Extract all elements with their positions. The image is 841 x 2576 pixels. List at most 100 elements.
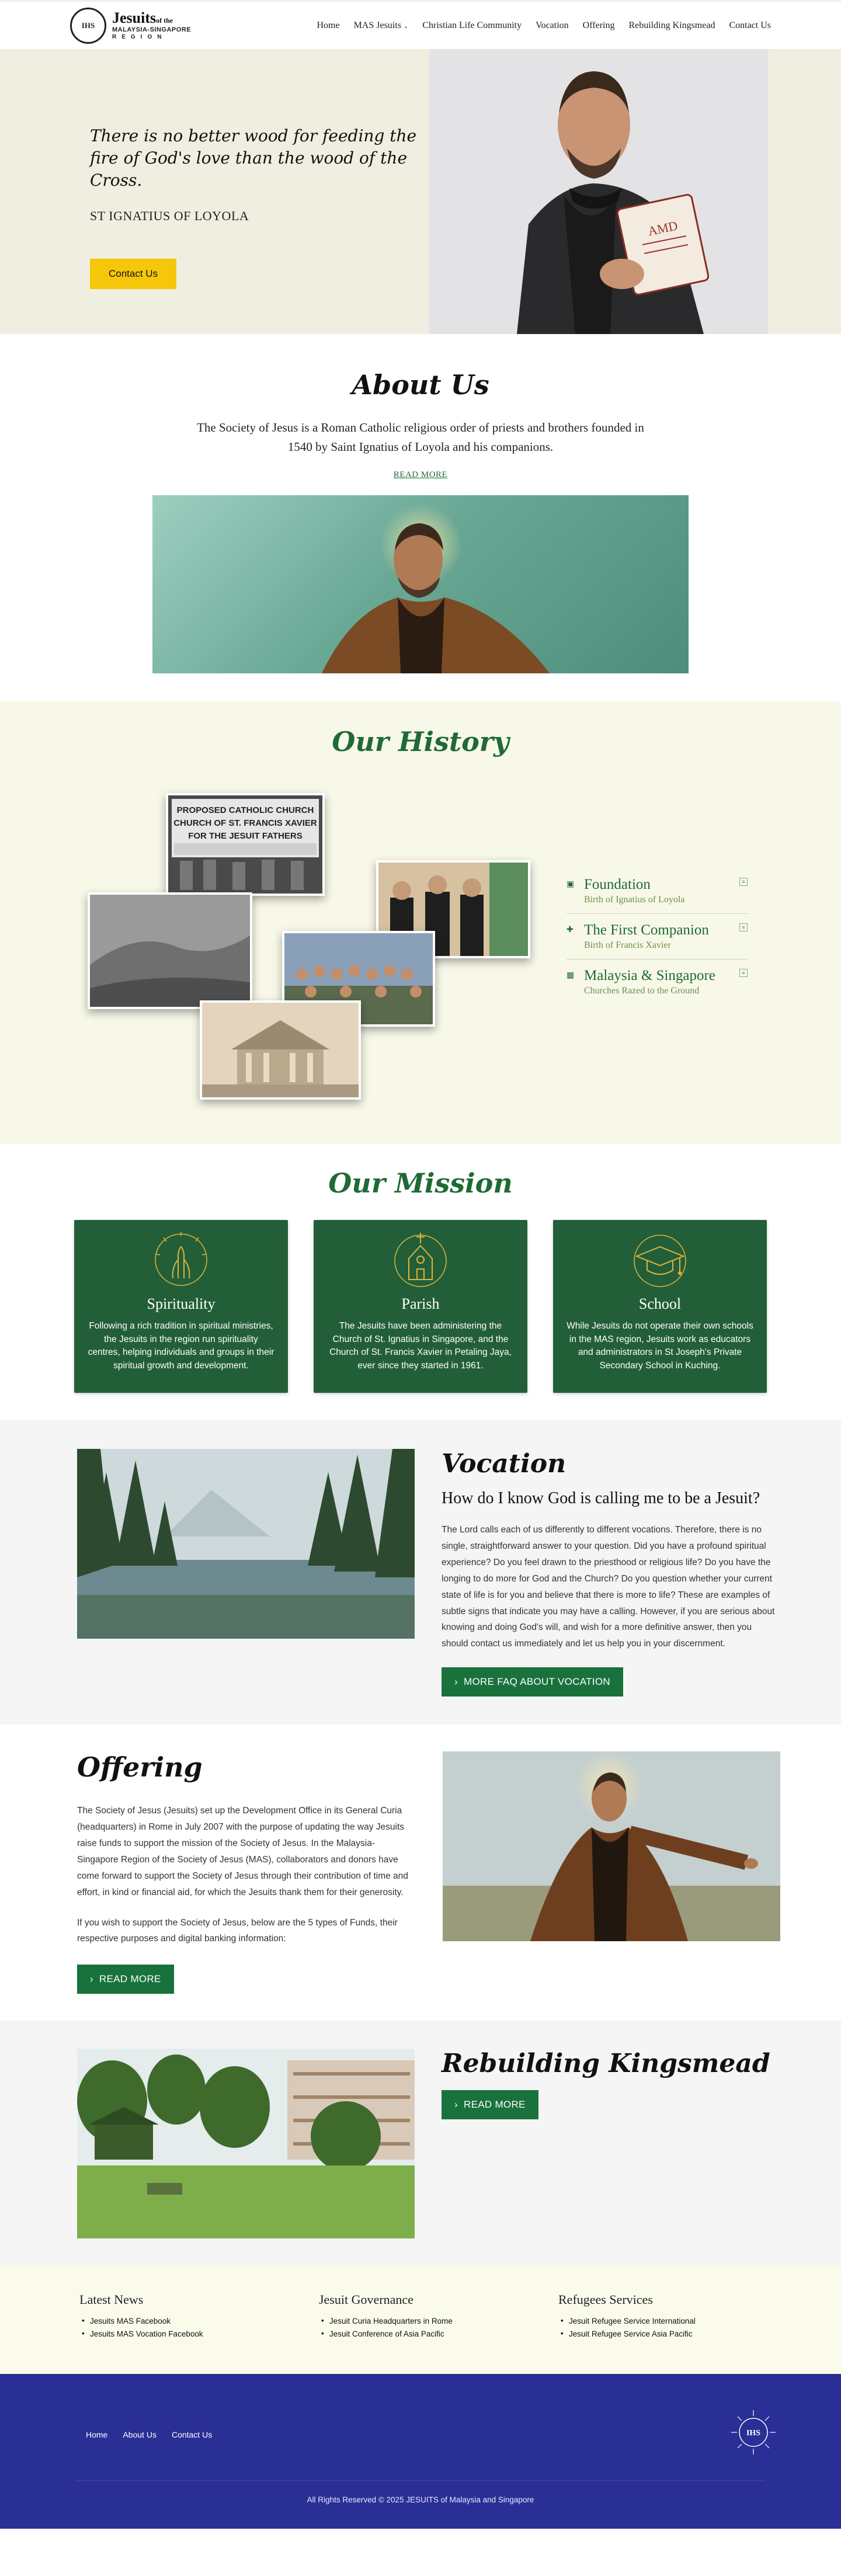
history-timeline: ▣ Foundation Birth of Ignatius of Loyola…	[567, 868, 748, 1004]
card-text: The Jesuits have been administering the …	[329, 1321, 512, 1371]
vocation-faq-label: MORE FAQ ABOUT VOCATION	[464, 1676, 610, 1688]
hero-quote: There is no better wood for feeding the …	[90, 126, 417, 190]
saint-painting-image	[152, 495, 689, 674]
link-jesuits-mas-facebook[interactable]: Jesuits MAS Facebook	[79, 2316, 319, 2325]
chevron-right-icon: ›	[454, 2099, 458, 2111]
contact-us-button[interactable]: Contact Us	[90, 259, 177, 290]
link-jesuit-conference-asia-pacific[interactable]: Jesuit Conference of Asia Pacific	[319, 2329, 558, 2338]
ihs-seal-icon: IHS	[731, 2410, 776, 2455]
logo-region-name: MALAYSIA-SINGAPORE	[112, 26, 192, 33]
footer-nav: Home About Us Contact Us	[86, 2430, 212, 2439]
expand-icon[interactable]: ≡	[739, 923, 748, 932]
logo-of: of the	[156, 16, 173, 25]
cross-icon: ✚	[567, 924, 574, 934]
sign-line-2: CHURCH OF ST. FRANCIS XAVIER	[173, 818, 317, 828]
nav-vocation[interactable]: Vocation	[536, 20, 569, 31]
sign-line-1: PROPOSED CATHOLIC CHURCH	[177, 805, 314, 815]
footer-link-home[interactable]: Home	[86, 2430, 107, 2439]
column-title: Jesuit Governance	[319, 2292, 413, 2307]
kingsmead-read-more-label: READ MORE	[464, 2099, 526, 2111]
card-text: Following a rich tradition in spiritual …	[88, 1321, 274, 1371]
about-title: About Us	[352, 369, 489, 401]
forest-lake-image	[77, 1449, 415, 1639]
card-text: While Jesuits do not operate their own s…	[567, 1321, 753, 1371]
footer-divider	[76, 2480, 765, 2481]
praying-hands-icon	[155, 1232, 207, 1286]
timeline-title: The First Companion	[584, 922, 709, 938]
card-title: School	[638, 1295, 682, 1313]
card-title: Spirituality	[147, 1295, 216, 1313]
saint-ignatius-statue-image: AMD	[429, 49, 768, 334]
expand-icon[interactable]: ≡	[739, 878, 748, 887]
nav-contact-us[interactable]: Contact Us	[729, 20, 771, 31]
nav-mas-jesuits[interactable]: MAS Jesuits ⌄	[354, 20, 409, 31]
mission-card-parish: Parish The Jesuits have been administeri…	[314, 1220, 527, 1393]
mission-card-school: School While Jesuits do not operate thei…	[553, 1220, 767, 1393]
book-icon: ▣	[567, 879, 575, 889]
kingsmead-garden-image	[77, 2049, 415, 2239]
column-title: Latest News	[79, 2292, 144, 2307]
ihs-seal-icon: IHS	[70, 7, 106, 44]
offering-section: Offering The Society of Jesus (Jesuits) …	[0, 1725, 841, 2021]
about-text: The Society of Jesus is a Roman Catholic…	[197, 420, 644, 454]
nav-mas-jesuits-label: MAS Jesuits	[353, 20, 401, 30]
timeline-item-foundation[interactable]: ▣ Foundation Birth of Ignatius of Loyola…	[567, 868, 748, 915]
history-section: Our History PROPOSED CATHOLIC CHURCH CHU…	[0, 701, 841, 1145]
nav-christian-life-community[interactable]: Christian Life Community	[422, 20, 522, 31]
kingsmead-title: Rebuilding Kingsmead	[442, 2049, 770, 2079]
nav-home[interactable]: Home	[317, 20, 339, 31]
card-title: Parish	[401, 1295, 440, 1313]
jesuit-governance-column: Jesuit Governance Jesuit Curia Headquart…	[319, 2292, 558, 2374]
mission-card-spirituality: Spirituality Following a rich tradition …	[74, 1220, 288, 1393]
copyright-text: All Rights Reserved © 2025 JESUITS of Ma…	[307, 2495, 534, 2505]
timeline-subtitle: Birth of Ignatius of Loyola	[584, 895, 685, 905]
link-jesuits-mas-vocation-facebook[interactable]: Jesuits MAS Vocation Facebook	[79, 2329, 319, 2338]
mission-section: Our Mission Spirituality Following a ric…	[0, 1144, 841, 1420]
vocation-section: Vocation How do I know God is calling me…	[0, 1420, 841, 1725]
about-read-more-link[interactable]: READ MORE	[394, 470, 447, 480]
historic-crowd-photo	[88, 892, 252, 1010]
timeline-item-malaysia-singapore[interactable]: ▦ Malaysia & Singapore Churches Razed to…	[567, 960, 748, 1004]
kingsmead-read-more-button[interactable]: › READ MORE	[442, 2090, 538, 2120]
offering-title: Offering	[77, 1751, 203, 1784]
column-title: Refugees Services	[558, 2292, 653, 2307]
main-nav: Home MAS Jesuits ⌄ Christian Life Commun…	[317, 20, 771, 31]
chevron-down-icon: ⌄	[403, 23, 409, 30]
nav-rebuilding-kingsmead[interactable]: Rebuilding Kingsmead	[628, 20, 715, 31]
history-title: Our History	[332, 726, 509, 758]
logo-region: REGION	[112, 34, 167, 40]
footer-link-contact-us[interactable]: Contact Us	[172, 2430, 212, 2439]
offering-read-more-label: READ MORE	[99, 1973, 161, 1985]
saint-francis-xavier-painting	[443, 1751, 780, 1942]
timeline-title: Foundation	[584, 877, 651, 893]
site-logo[interactable]: IHS Jesuitsof the MALAYSIA-SINGAPORE REG…	[70, 7, 192, 44]
timeline-title: Malaysia & Singapore	[584, 968, 715, 984]
link-jrs-asia-pacific[interactable]: Jesuit Refugee Service Asia Pacific	[558, 2329, 798, 2338]
timeline-subtitle: Churches Razed to the Ground	[584, 986, 700, 996]
nav-offering[interactable]: Offering	[583, 20, 615, 31]
kingsmead-section: Rebuilding Kingsmead › READ MORE	[0, 2021, 841, 2266]
about-section: About Us The Society of Jesus is a Roman…	[0, 334, 841, 702]
site-footer: Home About Us Contact Us IHS All Rights …	[0, 2374, 841, 2529]
link-jesuit-curia[interactable]: Jesuit Curia Headquarters in Rome	[319, 2316, 558, 2325]
church-icon	[394, 1233, 447, 1287]
chevron-right-icon: ›	[90, 1973, 93, 1985]
footer-link-about-us[interactable]: About Us	[123, 2430, 157, 2439]
refugees-services-column: Refugees Services Jesuit Refugee Service…	[558, 2292, 798, 2374]
church-icon: ▦	[567, 970, 575, 980]
church-sign-photo: PROPOSED CATHOLIC CHURCH CHURCH OF ST. F…	[166, 793, 325, 896]
footer-seal-text: IHS	[746, 2429, 760, 2438]
offering-read-more-button[interactable]: › READ MORE	[77, 1965, 174, 1994]
vocation-faq-button[interactable]: › MORE FAQ ABOUT VOCATION	[442, 1667, 623, 1697]
old-church-photo	[200, 1000, 361, 1100]
timeline-item-first-companion[interactable]: ✚ The First Companion Birth of Francis X…	[567, 914, 748, 960]
sign-line-3: FOR THE JESUIT FATHERS	[188, 831, 303, 841]
logo-title: Jesuits	[112, 9, 157, 26]
vocation-text: The Lord calls each of us differently to…	[442, 1525, 775, 1649]
links-section: Latest News Jesuits MAS Facebook Jesuits…	[0, 2265, 841, 2375]
chevron-right-icon: ›	[454, 1676, 458, 1688]
link-jrs-international[interactable]: Jesuit Refugee Service International	[558, 2316, 798, 2325]
offering-text-2: If you wish to support the Society of Je…	[77, 1917, 398, 1944]
timeline-subtitle: Birth of Francis Xavier	[584, 940, 671, 951]
expand-icon[interactable]: ≡	[739, 969, 748, 978]
